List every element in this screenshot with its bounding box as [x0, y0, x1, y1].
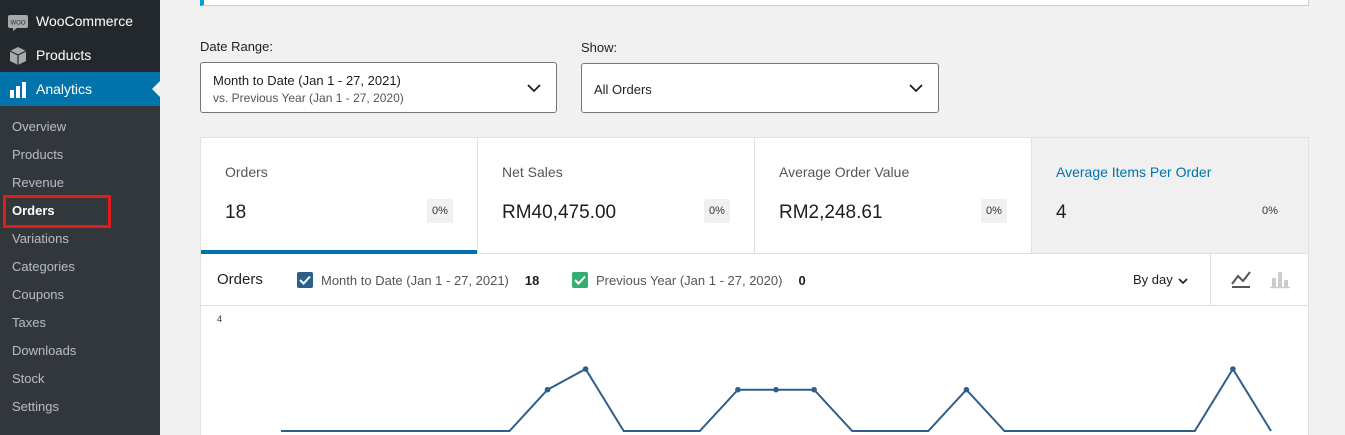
interval-value: By day [1133, 272, 1173, 287]
woo-badge-text: WOO [11, 21, 26, 27]
submenu-coupons[interactable]: Coupons [12, 281, 64, 309]
chevron-down-icon [527, 83, 541, 92]
chart-title: Orders [217, 271, 263, 288]
show-label: Show: [581, 40, 618, 55]
checkbox-checked-icon[interactable] [572, 272, 588, 288]
products-cube-icon [8, 46, 28, 66]
data-point[interactable] [544, 386, 551, 393]
interval-select[interactable]: By day [1133, 272, 1189, 287]
chart-type-switch [1210, 254, 1308, 306]
chart-svg: 4 [217, 314, 1272, 432]
chart-header: Orders Month to Date (Jan 1 - 27, 2021) … [201, 254, 1308, 306]
submenu-products[interactable]: Products [12, 141, 63, 169]
legend-item-current[interactable]: Month to Date (Jan 1 - 27, 2021) 18 [297, 271, 539, 289]
legend-label: Previous Year (Jan 1 - 27, 2020) [596, 272, 783, 288]
chart-panel: Orders Month to Date (Jan 1 - 27, 2021) … [200, 254, 1309, 435]
menu-products[interactable]: Products [0, 38, 160, 72]
menu-analytics-label: Analytics [36, 81, 93, 97]
delta-badge: 0% [704, 199, 730, 223]
summary-card-net-sales[interactable]: Net Sales RM40,475.00 0% [478, 138, 755, 253]
current-menu-arrow [152, 81, 160, 97]
summary-label: Average Order Value [779, 164, 910, 180]
legend-total: 0 [798, 272, 806, 288]
bar-chart-icon[interactable] [1269, 268, 1291, 290]
legend-label: Month to Date (Jan 1 - 27, 2021) [321, 272, 509, 288]
delta-badge: 0% [427, 199, 453, 223]
submenu-revenue[interactable]: Revenue [12, 169, 64, 197]
data-point[interactable] [963, 386, 970, 393]
summary-label: Net Sales [502, 164, 563, 180]
date-range-compare: vs. Previous Year (Jan 1 - 27, 2020) [213, 91, 404, 105]
legend-total: 18 [524, 272, 540, 288]
notice-bar [200, 0, 1309, 6]
summary-value: RM2,248.61 [779, 202, 883, 223]
summary-card-orders[interactable]: Orders 18 0% [201, 138, 478, 254]
submenu-stock[interactable]: Stock [12, 365, 45, 393]
summary-card-average-order-value[interactable]: Average Order Value RM2,248.61 0% [755, 138, 1032, 253]
checkbox-checked-icon[interactable] [297, 272, 313, 288]
summary-label: Average Items Per Order [1056, 164, 1212, 180]
chevron-down-icon [909, 84, 923, 93]
delta-badge: 0% [1262, 205, 1278, 217]
data-point[interactable] [773, 386, 779, 393]
delta-badge: 0% [981, 199, 1007, 223]
date-range-value: Month to Date (Jan 1 - 27, 2021) [213, 73, 401, 88]
data-point[interactable] [582, 366, 589, 372]
admin-sidebar: WOO WooCommerce Products Analytics Overv… [0, 0, 160, 435]
summary-value: 18 [225, 202, 247, 223]
summary-label: Orders [225, 164, 268, 180]
menu-woocommerce[interactable]: WOO WooCommerce [0, 4, 160, 38]
submenu-downloads[interactable]: Downloads [12, 337, 76, 365]
submenu-variations[interactable]: Variations [12, 225, 69, 253]
woocommerce-icon: WOO [8, 12, 28, 32]
chevron-down-icon [1178, 277, 1188, 284]
data-point[interactable] [811, 386, 817, 393]
summary-card-average-items-per-order[interactable]: Average Items Per Order 4 0% [1032, 138, 1308, 253]
menu-products-label: Products [36, 47, 92, 63]
analytics-bars-icon [8, 80, 28, 100]
summary-value: RM40,475.00 [502, 202, 617, 223]
orders-highlight-box [3, 195, 111, 228]
y-tick-label: 4 [217, 314, 222, 324]
legend-item-previous[interactable]: Previous Year (Jan 1 - 27, 2020) 0 [572, 271, 806, 289]
menu-analytics[interactable]: Analytics [0, 72, 160, 106]
data-point[interactable] [735, 386, 741, 393]
series-line [281, 367, 1272, 432]
line-chart-icon[interactable] [1230, 268, 1252, 290]
summary-value: 4 [1056, 202, 1067, 223]
analytics-submenu: Overview Products Revenue Orders Variati… [0, 106, 160, 435]
date-range-label: Date Range: [200, 39, 273, 54]
data-point[interactable] [1230, 366, 1236, 372]
show-value: All Orders [594, 82, 652, 97]
submenu-overview[interactable]: Overview [12, 113, 66, 141]
submenu-settings[interactable]: Settings [12, 393, 59, 421]
show-dropdown[interactable]: All Orders [581, 63, 939, 113]
submenu-categories[interactable]: Categories [12, 253, 75, 281]
orders-line-chart: 4 [201, 306, 1308, 435]
summary-numbers: Orders 18 0% Net Sales RM40,475.00 0% Av… [200, 137, 1309, 254]
menu-woocommerce-label: WooCommerce [36, 13, 133, 29]
date-range-dropdown[interactable]: Month to Date (Jan 1 - 27, 2021) vs. Pre… [200, 62, 557, 113]
submenu-taxes[interactable]: Taxes [12, 309, 46, 337]
